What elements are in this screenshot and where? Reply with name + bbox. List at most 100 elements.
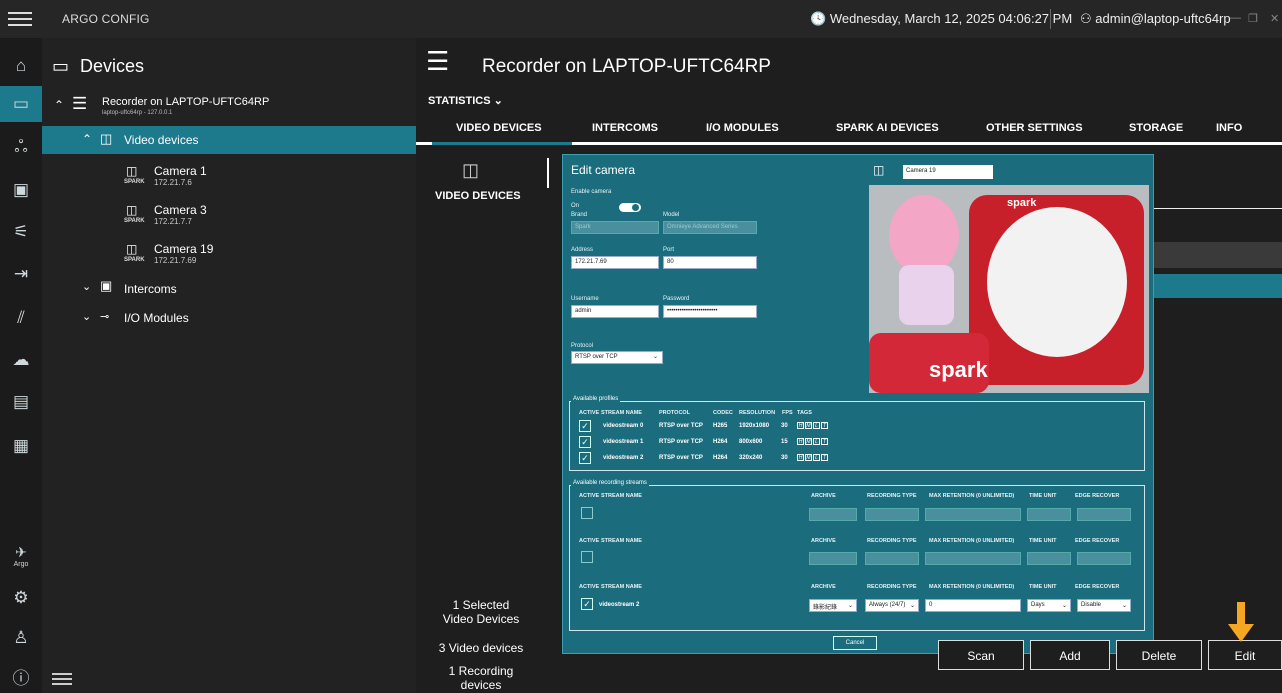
info-icon[interactable]: ⓘ <box>9 664 33 688</box>
col-recording-type: RECORDING TYPE <box>867 538 917 544</box>
col-active: ACTIVE <box>579 538 600 544</box>
tree-item-recorder[interactable]: ⌃ ☰ Recorder on LAPTOP-UFTC64RP laptop-u… <box>42 90 416 126</box>
edge-recover-select[interactable]: Disable ⌄ <box>1077 599 1131 612</box>
model-select[interactable]: Omnieye Advanced Series <box>663 221 757 234</box>
page-title: Recorder on LAPTOP-UFTC64RP <box>482 56 771 77</box>
col-edge-recover: EDGE RECOVER <box>1075 538 1120 544</box>
archive-select[interactable]: 錄影紀錄 ⌄ <box>809 599 857 612</box>
video-devices-label: Video devices <box>124 133 199 147</box>
home-icon[interactable]: ⌂ <box>9 54 33 78</box>
tab-info[interactable]: INFO <box>1216 122 1242 134</box>
tree-item-video-devices[interactable]: ⌃ ◫ Video devices <box>42 126 416 154</box>
port-label: Port <box>663 247 675 253</box>
tab-bar: VIDEO DEVICES INTERCOMS I/O MODULES SPAR… <box>416 120 1282 144</box>
scan-button[interactable]: Scan <box>938 640 1024 670</box>
active-checkbox[interactable]: ✓ <box>579 420 591 432</box>
statistics-label: STATISTICS <box>428 95 491 107</box>
retention-field[interactable] <box>925 552 1021 565</box>
archive-select[interactable] <box>809 552 857 565</box>
devices-icon[interactable]: ▭ <box>0 86 42 122</box>
time-unit-select[interactable] <box>1027 508 1071 521</box>
tab-storage[interactable]: STORAGE <box>1129 122 1183 134</box>
tags[interactable]: HMLT <box>797 454 829 461</box>
table-row[interactable]: ✓ videostream 0 RTSP over TCP H265 1920x… <box>573 419 1129 435</box>
tab-io-modules[interactable]: I/O MODULES <box>706 122 779 134</box>
brand-select[interactable]: Spark <box>571 221 659 234</box>
active-checkbox[interactable]: ✓ <box>579 436 591 448</box>
recording-type-select[interactable] <box>865 552 919 565</box>
statistics-toggle[interactable]: STATISTICS ⌄ <box>428 94 503 107</box>
col-max-retention: MAX RETENTION (0 UNLIMITED) <box>929 584 1015 590</box>
table-row[interactable]: ✓ videostream 1 RTSP over TCP H264 800x6… <box>573 435 1129 451</box>
add-button[interactable]: Add <box>1030 640 1110 670</box>
delete-button[interactable]: Delete <box>1116 640 1202 670</box>
menu-icon[interactable] <box>8 8 32 30</box>
cancel-button[interactable]: Cancel <box>833 636 877 650</box>
chevron-up-icon[interactable]: ⌃ <box>54 98 64 112</box>
cloud-icon[interactable]: ☁ <box>9 348 33 372</box>
time-unit-select[interactable]: Days ⌄ <box>1027 599 1071 612</box>
argo-icon[interactable]: ✈ Argo <box>6 544 36 568</box>
person-icon[interactable]: ♙ <box>9 626 33 650</box>
username-field[interactable]: admin <box>571 305 659 318</box>
time-unit-value: Days <box>1031 602 1045 608</box>
device-tree-panel: ▭ Devices ⌃ ☰ Recorder on LAPTOP-UFTC64R… <box>42 38 416 693</box>
restore-icon[interactable]: ❐ <box>1248 12 1258 25</box>
analytics-icon[interactable]: ⫽ <box>9 306 33 330</box>
stream-name: videostream 0 <box>603 423 644 429</box>
tab-video-devices[interactable]: VIDEO DEVICES <box>456 122 542 134</box>
recording-type-select[interactable] <box>865 508 919 521</box>
chevron-down-icon: ⌄ <box>1061 603 1067 609</box>
monitor-icon[interactable]: ▣ <box>9 178 33 202</box>
chevron-down-icon[interactable]: ⌄ <box>82 280 91 293</box>
tab-spark-ai-devices[interactable]: SPARK AI DEVICES <box>836 122 939 134</box>
tags[interactable]: HMLT <box>797 422 829 429</box>
users-icon[interactable]: ஃ <box>9 136 33 160</box>
active-checkbox[interactable]: ✓ <box>579 452 591 464</box>
log-icon[interactable]: ▦ <box>9 434 33 458</box>
tags[interactable]: HMLT <box>797 438 829 445</box>
edge-recover-select[interactable] <box>1077 508 1131 521</box>
active-checkbox[interactable] <box>581 507 593 519</box>
codec: H264 <box>713 439 728 445</box>
settings-icon[interactable]: ⚙ <box>9 586 33 610</box>
active-checkbox[interactable]: ✓ <box>581 598 593 610</box>
address-field[interactable]: 172.21.7.69 <box>571 256 659 269</box>
chevron-down-icon[interactable]: ⌄ <box>82 310 91 323</box>
time-unit-select[interactable] <box>1027 552 1071 565</box>
retention-field[interactable] <box>925 508 1021 521</box>
archive-select[interactable] <box>809 508 857 521</box>
chevron-up-icon[interactable]: ⌃ <box>82 132 92 146</box>
chevron-down-icon: ⌄ <box>652 354 658 360</box>
exit-icon[interactable]: ⇥ <box>9 262 33 286</box>
plug-icon[interactable]: ⚟ <box>9 220 33 244</box>
user-display[interactable]: ⚇ admin@laptop-uftc64rp <box>1080 11 1231 27</box>
doll-head <box>889 195 959 275</box>
recording-type-select[interactable]: Always (24/7) ⌄ <box>865 599 919 612</box>
report-icon[interactable]: ▤ <box>9 390 33 414</box>
list-icon[interactable] <box>52 670 72 688</box>
password-field[interactable]: •••••••••••••••••••••••• <box>663 305 757 318</box>
minimize-icon[interactable]: — <box>1230 12 1241 24</box>
close-icon[interactable]: ✕ <box>1270 12 1279 25</box>
camera-ip: 172.21.7.69 <box>154 256 197 265</box>
retention-field[interactable]: 0 <box>925 599 1021 612</box>
table-row[interactable]: ✓ videostream 2 RTSP over TCP H264 320x2… <box>573 451 1129 467</box>
tree-item-io-modules[interactable]: ⌄ ⊸ I/O Modules <box>42 306 416 330</box>
protocol-label: Protocol <box>571 343 594 349</box>
tab-active-indicator <box>432 142 572 145</box>
camera-name-field[interactable]: Camera 19 <box>903 165 993 179</box>
main-panel: ☰ Recorder on LAPTOP-UFTC64RP STATISTICS… <box>416 38 1282 693</box>
enable-toggle[interactable] <box>619 203 641 212</box>
protocol-select[interactable]: RTSP over TCP ⌄ <box>571 351 663 364</box>
active-checkbox[interactable] <box>581 551 593 563</box>
tab-intercoms[interactable]: INTERCOMS <box>592 122 658 134</box>
port-field[interactable]: 80 <box>663 256 757 269</box>
doll-body <box>899 265 954 325</box>
codec: H264 <box>713 455 728 461</box>
edge-recover-select[interactable] <box>1077 552 1131 565</box>
tree-item-intercoms[interactable]: ⌄ ▣ Intercoms <box>42 276 416 300</box>
camera-preview: spark spark <box>869 185 1149 393</box>
watermark-logo: spark <box>1007 197 1037 209</box>
tab-other-settings[interactable]: OTHER SETTINGS <box>986 122 1083 134</box>
